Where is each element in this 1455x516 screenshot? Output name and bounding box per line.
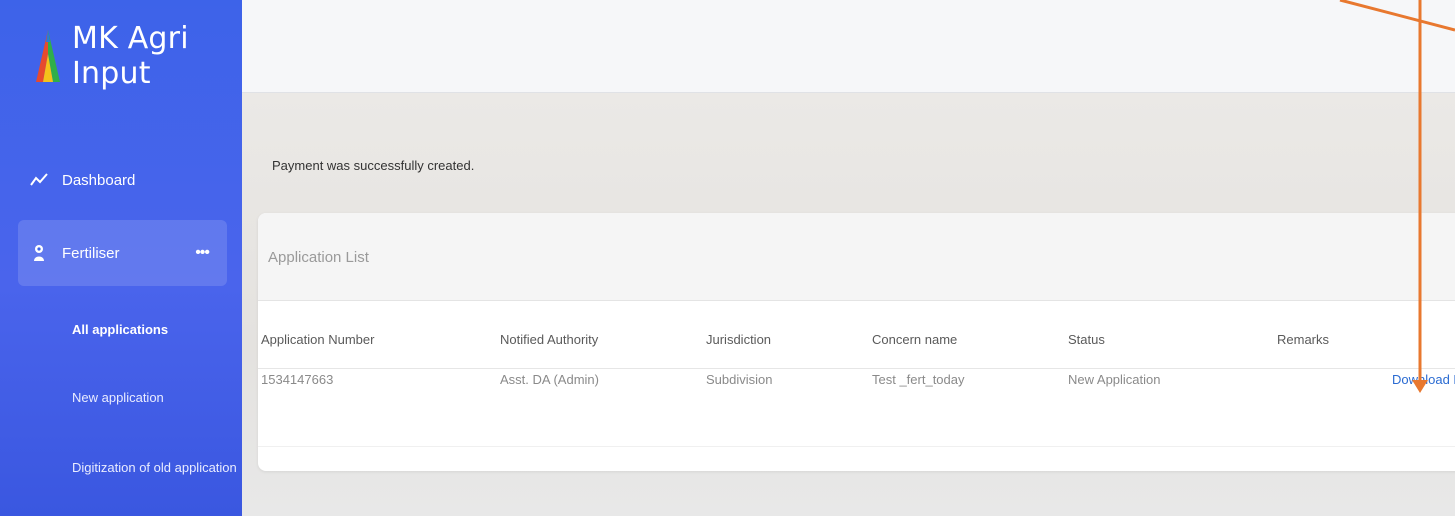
logo-icon [34,28,62,84]
sidebar: MK Agri Input Dashboard Fertiliser ••• A… [0,0,242,516]
column-header-remarks: Remarks [1277,332,1330,347]
flash-message: Payment was successfully created. [272,158,475,173]
application-list-card: Application List Application Number Noti… [258,213,1455,471]
download-pdf-link[interactable]: Download PD [1392,372,1455,387]
column-header-application-number: Application Number [261,332,375,347]
cell-notified-authority: Asst. DA (Admin) [500,372,599,387]
sidebar-item-dashboard[interactable]: Dashboard [18,162,239,198]
activity-icon [30,171,48,189]
seedling-icon [30,244,48,262]
column-header-jurisdiction: Jurisdiction [706,332,772,347]
cell-concern-name: Test _fert_today [872,372,965,387]
cell-status: New Application [1068,372,1161,387]
table-footer-divider [258,446,1455,447]
app-title: MK Agri Input [72,21,189,91]
card-header: Application List [258,213,1455,301]
sidebar-item-label: Fertiliser [62,244,120,262]
top-bar [242,0,1455,93]
sidebar-subitem-new-application[interactable]: New application [72,390,164,405]
column-header-concern-name: Concern name [872,332,958,347]
cell-application-number: 1534147663 [261,372,334,387]
column-header-notified-authority: Notified Authority [500,332,599,347]
sidebar-item-fertiliser[interactable]: Fertiliser ••• [18,220,227,286]
card-title: Application List [268,249,369,266]
sidebar-subitem-digitization[interactable]: Digitization of old application [72,460,237,475]
sidebar-subitem-all-applications[interactable]: All applications [72,322,168,337]
sidebar-item-label: Dashboard [62,171,136,189]
column-header-status: Status [1068,332,1105,347]
brand[interactable]: MK Agri Input [34,21,242,91]
more-icon[interactable]: ••• [195,244,210,262]
cell-jurisdiction: Subdivision [706,372,773,387]
table-divider [258,368,1455,369]
